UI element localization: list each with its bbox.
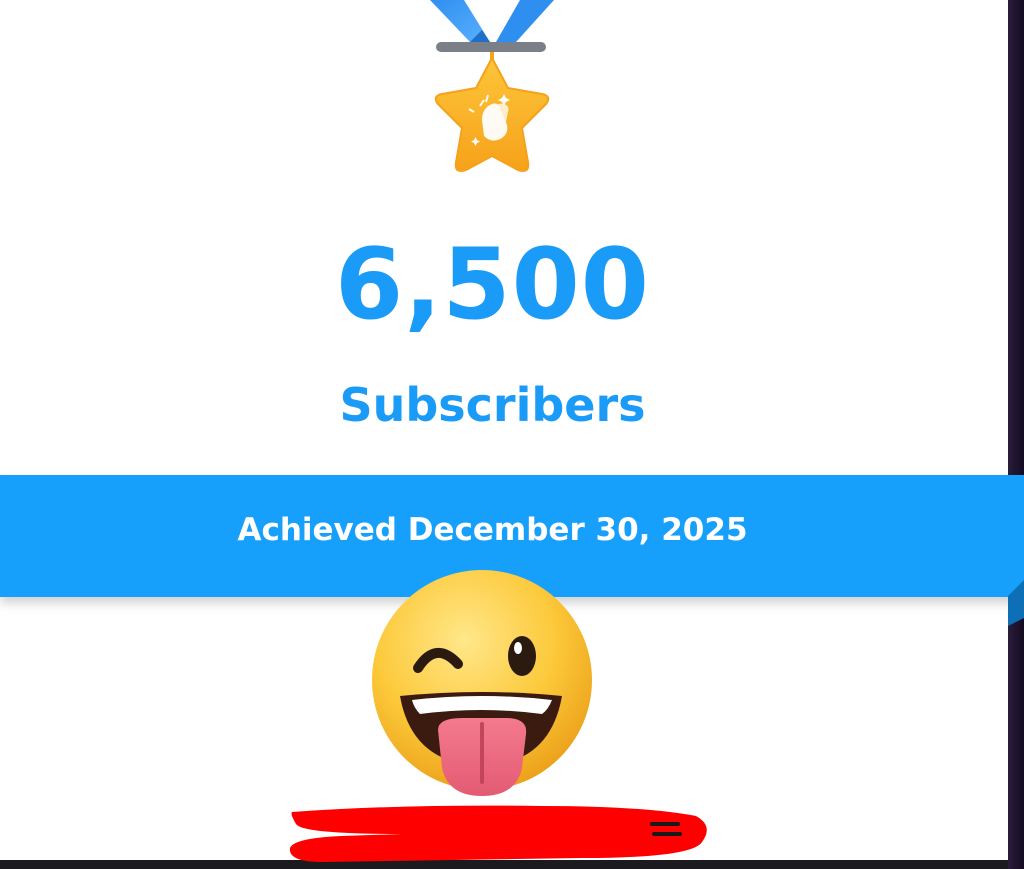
ribbon-tail — [1008, 500, 1024, 626]
window-edge — [1008, 0, 1024, 869]
achieved-date: Achieved December 30, 2025 — [237, 512, 748, 548]
subscriber-label: Subscribers — [339, 378, 646, 432]
winking-face-with-tongue-icon — [372, 570, 592, 796]
redaction-mark — [289, 805, 707, 862]
medal-icon — [430, 0, 554, 172]
subscriber-count: 6,500 — [335, 228, 650, 342]
